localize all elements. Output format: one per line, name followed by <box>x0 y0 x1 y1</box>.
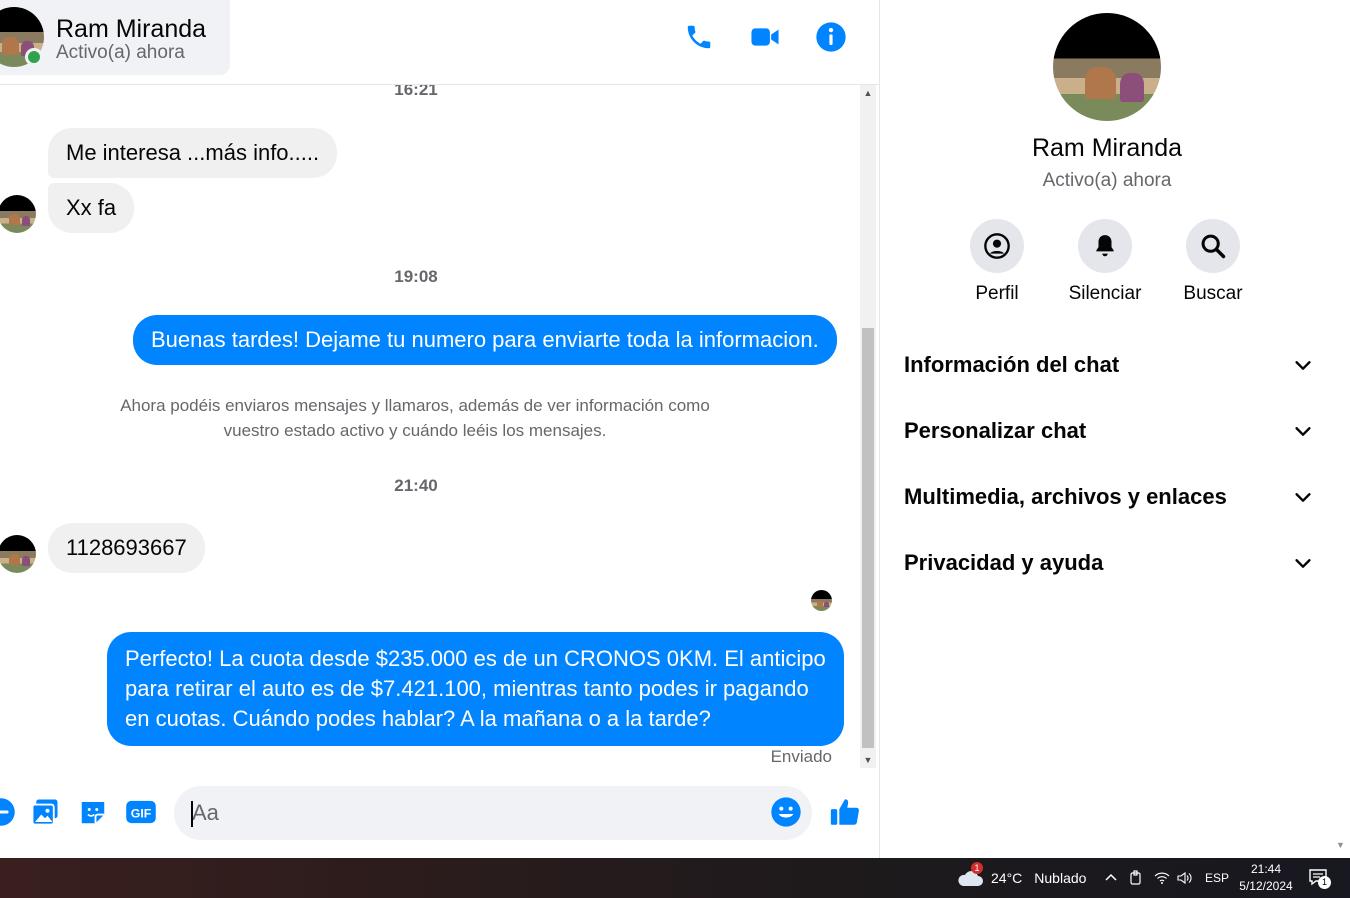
search-action-label: Buscar <box>1183 283 1243 304</box>
notifications-icon[interactable]: 1 <box>1308 858 1331 898</box>
clock-date: 5/12/2024 <box>1239 879 1293 893</box>
info-icon[interactable] <box>814 20 848 54</box>
like-icon[interactable] <box>828 795 862 829</box>
contact-name: Ram Miranda <box>56 15 207 43</box>
clock-time: 21:44 <box>1250 862 1282 876</box>
chat-header: Ram Miranda Activo(a) ahora <box>0 0 879 85</box>
text-caret <box>191 801 193 827</box>
plus-icon[interactable] <box>0 795 18 829</box>
profile-action-label: Perfil <box>975 283 1019 304</box>
video-camera-icon[interactable] <box>748 20 782 54</box>
emoji-icon[interactable] <box>769 795 803 829</box>
weather-condition: Nublado <box>1034 870 1087 886</box>
message-incoming[interactable]: 1128693667 <box>48 523 205 573</box>
message-outgoing[interactable]: Perfecto! La cuota desde $235.000 es de … <box>107 632 844 746</box>
clock[interactable]: 21:44 5/12/2024 <box>1228 861 1304 895</box>
scroll-thumb[interactable] <box>862 328 874 748</box>
wifi-icon[interactable] <box>1154 858 1170 898</box>
profile-icon[interactable] <box>970 219 1024 273</box>
section-label: Privacidad y ayuda <box>904 550 1104 575</box>
timestamp: 21:40 <box>394 476 438 495</box>
chat-details-panel: Ram Miranda Activo(a) ahora Perfil Silen… <box>879 0 1333 858</box>
profile-avatar[interactable] <box>1053 13 1161 121</box>
section-label: Información del chat <box>904 352 1120 377</box>
bell-icon[interactable] <box>1078 219 1132 273</box>
svg-text:GIF: GIF <box>131 807 152 821</box>
contact-header-button[interactable]: Ram Miranda Activo(a) ahora <box>0 0 230 75</box>
system-notice: Ahora podéis enviaros mensajes y llamaro… <box>120 396 710 440</box>
weather-temperature: 24°C <box>991 870 1023 886</box>
message-list[interactable]: 16:21 Me interesa ...más info..... Xx fa… <box>0 85 860 768</box>
profile-action-button[interactable]: Perfil <box>947 219 1047 305</box>
weather-alert-badge: 1 <box>971 862 983 874</box>
scroll-up-arrow-icon[interactable]: ▲ <box>860 85 876 101</box>
volume-icon[interactable] <box>1176 858 1194 898</box>
panel-scrollbar[interactable]: ▼ <box>1333 0 1350 858</box>
messenger-window: Ram Miranda Activo(a) ahora 16:21 Me int… <box>0 0 1350 898</box>
panel-scroll-down-arrow-icon[interactable]: ▼ <box>1336 840 1345 850</box>
message-input[interactable] <box>174 786 812 840</box>
sticker-icon[interactable] <box>76 795 110 829</box>
sender-avatar[interactable] <box>0 535 36 573</box>
gif-icon[interactable]: GIF <box>124 795 158 829</box>
sender-avatar[interactable] <box>0 195 36 233</box>
message-incoming[interactable]: Xx fa <box>48 183 135 233</box>
search-action-button[interactable]: Buscar <box>1163 219 1263 305</box>
chevron-down-icon <box>1295 427 1311 436</box>
timestamp: 16:21 <box>394 85 438 99</box>
section-label: Multimedia, archivos y enlaces <box>904 484 1227 509</box>
cloud-icon: 1 <box>956 862 984 888</box>
profile-name: Ram Miranda <box>1031 134 1183 162</box>
scroll-down-arrow-icon[interactable]: ▼ <box>860 752 876 768</box>
message-incoming[interactable]: Me interesa ...más info..... <box>48 128 338 178</box>
chevron-up-icon[interactable] <box>1104 858 1118 898</box>
image-icon[interactable] <box>28 795 62 829</box>
section-media-files-links[interactable]: Multimedia, archivos y enlaces <box>904 477 1314 517</box>
message-outgoing[interactable]: Buenas tardes! Dejame tu numero para env… <box>133 315 837 365</box>
section-privacy-help[interactable]: Privacidad y ayuda <box>904 543 1314 583</box>
notification-count-badge: 1 <box>1318 876 1331 889</box>
section-chat-info[interactable]: Información del chat <box>904 345 1314 385</box>
contact-status: Activo(a) ahora <box>56 42 185 63</box>
composer: GIF <box>0 768 879 858</box>
taskbar: 1 24°C Nublado ESP 21:44 5/12/2024 1 <box>0 858 1350 898</box>
chevron-down-icon <box>1295 361 1311 370</box>
profile-status: Activo(a) ahora <box>1042 170 1172 191</box>
weather-widget[interactable]: 1 24°C Nublado <box>956 858 1086 898</box>
message-scrollbar[interactable]: ▲ ▼ <box>860 85 876 768</box>
chevron-down-icon <box>1295 493 1311 502</box>
phone-icon[interactable] <box>682 20 716 54</box>
sent-status: Enviado <box>770 747 832 766</box>
section-customize-chat[interactable]: Personalizar chat <box>904 411 1314 451</box>
section-label: Personalizar chat <box>904 418 1087 443</box>
chevron-down-icon <box>1295 559 1311 568</box>
online-status-dot <box>25 48 43 66</box>
timestamp: 19:08 <box>394 267 438 286</box>
mute-action-label: Silenciar <box>1068 283 1142 304</box>
language-indicator[interactable]: ESP <box>1205 858 1229 898</box>
search-icon[interactable] <box>1186 219 1240 273</box>
read-receipt-avatar <box>811 590 832 611</box>
meet-now-icon[interactable] <box>1130 858 1144 898</box>
mute-action-button[interactable]: Silenciar <box>1055 219 1155 305</box>
